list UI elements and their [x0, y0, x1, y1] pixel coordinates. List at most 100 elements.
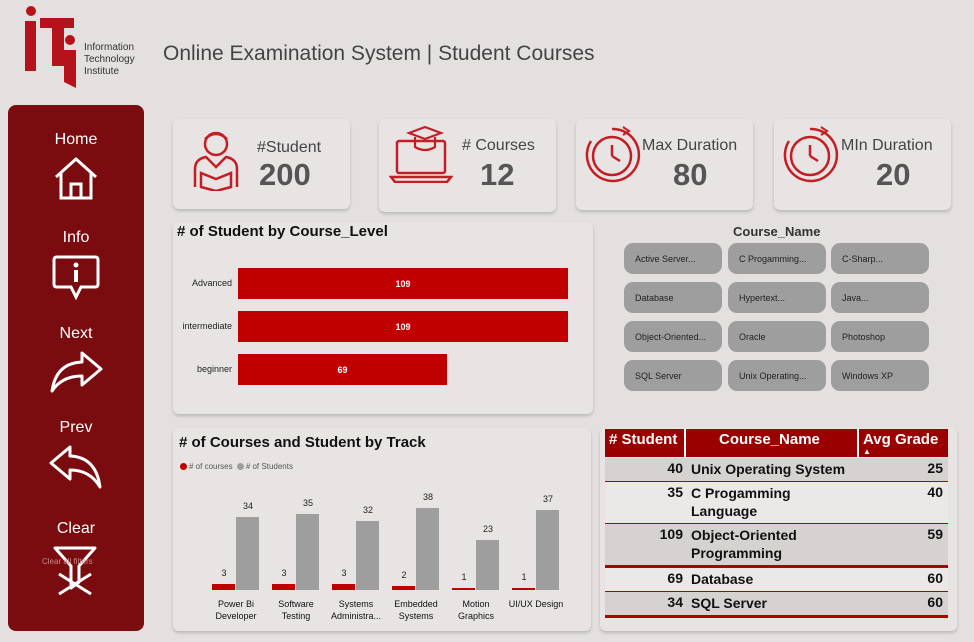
students-bar-value: 35	[302, 498, 313, 509]
kpi-courses-label: # Courses	[462, 137, 535, 154]
table-row[interactable]: 69 Database 60	[605, 570, 948, 589]
clear-filters-caption: Clear all filters	[42, 557, 93, 566]
students-bar	[476, 540, 499, 590]
course-name-cell: Object-Oriented Programming	[691, 527, 797, 561]
nav-next-label: Next	[59, 325, 93, 342]
nav-home-label: Home	[54, 131, 98, 148]
courses-bar	[392, 585, 415, 590]
stopwatch-icon	[783, 126, 839, 183]
course-name-cell: Database	[691, 571, 754, 587]
student-count-cell: 69	[667, 570, 683, 586]
col-header-avg-grade[interactable]: Avg Grade	[863, 431, 938, 448]
col-header-course-name[interactable]: Course_Name	[719, 431, 820, 448]
track-category-label: Systems Administra...	[330, 599, 381, 621]
course-slicer-title: Course_Name	[733, 224, 821, 239]
courses-bar-value: 3	[221, 567, 227, 578]
nav-next-button[interactable]: Next	[8, 325, 144, 395]
kpi-card-courses: # Courses 12	[379, 119, 556, 212]
track-chart-title: # of Courses and Student by Track	[179, 434, 426, 451]
courses-bar	[332, 583, 355, 590]
student-count-cell: 109	[659, 526, 683, 542]
table-row[interactable]: 34 SQL Server 60	[605, 594, 948, 613]
legend-students-label: # of Students	[245, 462, 293, 471]
table-row[interactable]: 40 Unix Operating System 25	[605, 460, 948, 479]
nav-info-button[interactable]: Info	[8, 229, 144, 301]
table-row[interactable]: 109 Object-Oriented Programming 59	[605, 526, 948, 563]
column-separator	[684, 429, 686, 457]
legend-courses-swatch	[180, 463, 187, 470]
kpi-max-duration-label: Max Duration	[642, 137, 738, 154]
nav-home-button[interactable]: Home	[8, 131, 144, 201]
course-slicer-item[interactable]: Windows XP	[831, 360, 929, 391]
students-bar	[416, 508, 439, 590]
course-slicer-item[interactable]: C Progamming...	[728, 243, 826, 274]
kpi-students-label: #Student	[257, 139, 322, 156]
courses-bar	[452, 587, 475, 590]
avg-grade-cell: 60	[927, 570, 943, 586]
course-slicer-item[interactable]: Database	[624, 282, 722, 313]
kpi-card-students: #Student 200	[173, 119, 350, 209]
course-slicer-item[interactable]: Unix Operating...	[728, 360, 826, 391]
courses-bar-value: 2	[401, 569, 407, 580]
track-category-label: Motion Graphics	[457, 599, 494, 621]
track-category-label: UI/UX Design	[508, 599, 564, 609]
back-arrow-icon	[49, 445, 102, 489]
track-chart-legend: # of courses # of Students	[180, 462, 293, 471]
kpi-students-value: 200	[259, 157, 311, 192]
courses-bar	[212, 583, 235, 590]
avg-grade-cell: 60	[927, 594, 943, 610]
course-slicer-item[interactable]: Object-Oriented...	[624, 321, 722, 352]
level-bar-value: 69	[337, 365, 348, 375]
logo-text: Information Technology Institute	[84, 42, 135, 78]
clear-filters-icon	[53, 546, 97, 596]
students-bar	[356, 520, 379, 590]
row-divider	[605, 615, 948, 618]
laptop-graduation-icon	[389, 125, 453, 183]
kpi-card-max-duration: Max Duration 80	[576, 119, 753, 210]
students-bar-value: 32	[362, 504, 373, 515]
level-bar-value: 109	[395, 279, 411, 289]
track-category-label: Power Bi Developer	[215, 599, 257, 621]
courses-bar-value: 1	[461, 571, 467, 582]
avg-grade-cell: 59	[927, 526, 943, 542]
sort-ascending-icon: ▲	[863, 447, 871, 456]
legend-courses-label: # of courses	[189, 462, 233, 471]
info-icon	[52, 255, 100, 301]
level-category-label: intermediate	[182, 321, 232, 331]
logo-text-line: Technology	[84, 54, 135, 65]
courses-bar-value: 1	[521, 571, 527, 582]
students-bar-value: 38	[422, 492, 433, 502]
students-bar	[296, 514, 319, 590]
logo-text-line: Information	[84, 42, 135, 53]
forward-arrow-icon	[50, 351, 103, 393]
clear-label: Clear	[56, 520, 96, 537]
track-category-label: Embedded Systems	[394, 599, 438, 621]
kpi-courses-value: 12	[480, 157, 515, 192]
course-slicer-item[interactable]: Hypertext...	[728, 282, 826, 313]
course-slicer-item[interactable]: C-Sharp...	[831, 243, 929, 274]
course-slicer-item[interactable]: Photoshop	[831, 321, 929, 352]
avg-grade-cell: 25	[927, 460, 943, 476]
course-slicer-item[interactable]: SQL Server	[624, 360, 722, 391]
kpi-card-min-duration: MIn Duration 20	[774, 119, 951, 210]
course-slicer-item[interactable]: Oracle	[728, 321, 826, 352]
course-slicer-item[interactable]: Java...	[831, 282, 929, 313]
courses-bar-value: 3	[281, 567, 287, 578]
course-name-cell: Unix Operating System	[691, 461, 846, 477]
col-header-students[interactable]: # Student	[609, 431, 677, 448]
kpi-max-duration-value: 80	[673, 157, 708, 192]
students-bar-value: 34	[242, 500, 253, 511]
course-slicer-item[interactable]: Active Server...	[624, 243, 722, 274]
students-bar	[536, 510, 559, 590]
nav-prev-label: Prev	[59, 419, 93, 436]
level-chart-title: # of Student by Course_Level	[177, 223, 388, 240]
students-bar	[236, 516, 259, 590]
home-icon	[54, 157, 98, 200]
nav-prev-button[interactable]: Prev	[8, 419, 144, 491]
table-row[interactable]: 35 C Progamming Language 40	[605, 484, 948, 521]
student-count-cell: 34	[667, 594, 683, 610]
courses-bar	[512, 587, 535, 590]
course-name-cell: C Progamming Language	[691, 485, 791, 519]
logo-text-line: Institute	[84, 66, 120, 77]
sidebar: Home Info Next Prev Clear Clear all filt…	[8, 105, 144, 631]
